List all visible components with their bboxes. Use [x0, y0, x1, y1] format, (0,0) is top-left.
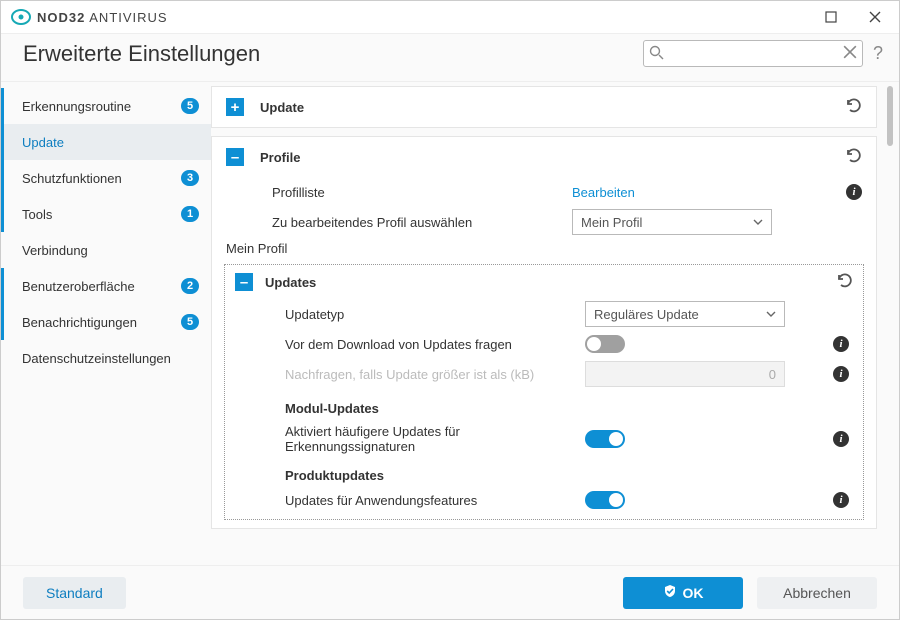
- titlebar: NOD32 ANTIVIRUS: [1, 1, 899, 33]
- sidebar-item-connection[interactable]: Verbindung: [1, 232, 211, 268]
- row-select-profile: Zu bearbeitendes Profil auswählen Mein P…: [212, 207, 876, 237]
- sidebar: Erkennungsroutine 5 Update Schutzfunktio…: [1, 82, 211, 565]
- panel-header-profile[interactable]: Profile: [212, 137, 876, 177]
- badge: 5: [181, 314, 199, 330]
- ask-before-toggle[interactable]: [585, 335, 625, 353]
- panel-header-updates[interactable]: Updates: [225, 265, 863, 299]
- heading-module-updates: Modul-Updates: [225, 389, 863, 422]
- panel-header-update[interactable]: Update: [212, 87, 876, 127]
- module-freq-toggle[interactable]: [585, 430, 625, 448]
- profile-select[interactable]: Mein Profil: [572, 209, 772, 235]
- shield-icon: [663, 584, 677, 601]
- info-icon[interactable]: [833, 431, 849, 447]
- badge: 1: [181, 206, 199, 222]
- undo-icon[interactable]: [844, 96, 862, 119]
- page-title: Erweiterte Einstellungen: [23, 41, 260, 67]
- app-logo: NOD32 ANTIVIRUS: [11, 7, 168, 27]
- close-button[interactable]: [853, 1, 897, 33]
- app-window: NOD32 ANTIVIRUS Erweiterte Einstellungen: [0, 0, 900, 620]
- scrollbar-thumb[interactable]: [887, 86, 893, 146]
- sidebar-item-tools[interactable]: Tools 1: [1, 196, 211, 232]
- sidebar-item-notifications[interactable]: Benachrichtigungen 5: [1, 304, 211, 340]
- update-type-select[interactable]: Reguläres Update: [585, 301, 785, 327]
- collapse-icon: [235, 273, 253, 291]
- close-icon: [869, 11, 881, 23]
- app-name: NOD32 ANTIVIRUS: [37, 10, 168, 25]
- eset-logo-icon: [11, 7, 31, 27]
- help-icon[interactable]: ?: [873, 43, 883, 64]
- chevron-down-icon: [753, 215, 763, 230]
- row-product-features: Updates für Anwendungsfeatures: [225, 489, 863, 519]
- sidebar-item-detection[interactable]: Erkennungsroutine 5: [1, 88, 211, 124]
- info-icon[interactable]: [833, 336, 849, 352]
- panel-updates: Updates Updatetyp Reguläres Update: [224, 264, 864, 520]
- ok-button[interactable]: OK: [623, 577, 743, 609]
- sidebar-item-privacy[interactable]: Datenschutzeinstellungen: [1, 340, 211, 376]
- window-controls: [809, 1, 897, 33]
- maximize-button[interactable]: [809, 1, 853, 33]
- info-icon[interactable]: [833, 366, 849, 382]
- undo-icon[interactable]: [844, 146, 862, 169]
- row-module-freq: Aktiviert häufigere Updates für Erkennun…: [225, 422, 863, 456]
- content-scroll: Update Profile Profilliste Bea: [211, 82, 881, 565]
- info-icon[interactable]: [846, 184, 862, 200]
- search-icon: [649, 45, 664, 63]
- search-clear-icon[interactable]: [843, 45, 857, 62]
- badge: 5: [181, 98, 199, 114]
- product-feat-toggle[interactable]: [585, 491, 625, 509]
- undo-icon[interactable]: [835, 271, 853, 294]
- edit-profile-link[interactable]: Bearbeiten: [572, 185, 635, 200]
- heading-product-updates: Produktupdates: [225, 456, 863, 489]
- default-button[interactable]: Standard: [23, 577, 126, 609]
- badge: 3: [181, 170, 199, 186]
- search-input[interactable]: [643, 40, 863, 67]
- row-ask-size: Nachfragen, falls Update größer ist als …: [225, 359, 863, 389]
- badge: 2: [181, 278, 199, 294]
- row-profile-list: Profilliste Bearbeiten: [212, 177, 876, 207]
- header: Erweiterte Einstellungen ?: [1, 33, 899, 82]
- footer: Standard OK Abbrechen: [1, 565, 899, 619]
- cancel-button[interactable]: Abbrechen: [757, 577, 877, 609]
- collapse-icon: [226, 148, 244, 166]
- row-update-type: Updatetyp Reguläres Update: [225, 299, 863, 329]
- panel-profile: Profile Profilliste Bearbeiten Zu bearbe…: [211, 136, 877, 529]
- row-ask-before-download: Vor dem Download von Updates fragen: [225, 329, 863, 359]
- current-profile-name: Mein Profil: [212, 237, 876, 260]
- sidebar-item-ui[interactable]: Benutzeroberfläche 2: [1, 268, 211, 304]
- sidebar-item-protection[interactable]: Schutzfunktionen 3: [1, 160, 211, 196]
- chevron-down-icon: [766, 307, 776, 322]
- content-area: Update Profile Profilliste Bea: [211, 82, 899, 565]
- expand-icon: [226, 98, 244, 116]
- scrollbar[interactable]: [881, 82, 899, 565]
- panel-update: Update: [211, 86, 877, 128]
- sidebar-item-update[interactable]: Update: [1, 124, 211, 160]
- info-icon[interactable]: [833, 492, 849, 508]
- search-box: [643, 40, 863, 67]
- ask-size-input: 0: [585, 361, 785, 387]
- maximize-icon: [825, 11, 837, 23]
- body: Erkennungsroutine 5 Update Schutzfunktio…: [1, 82, 899, 565]
